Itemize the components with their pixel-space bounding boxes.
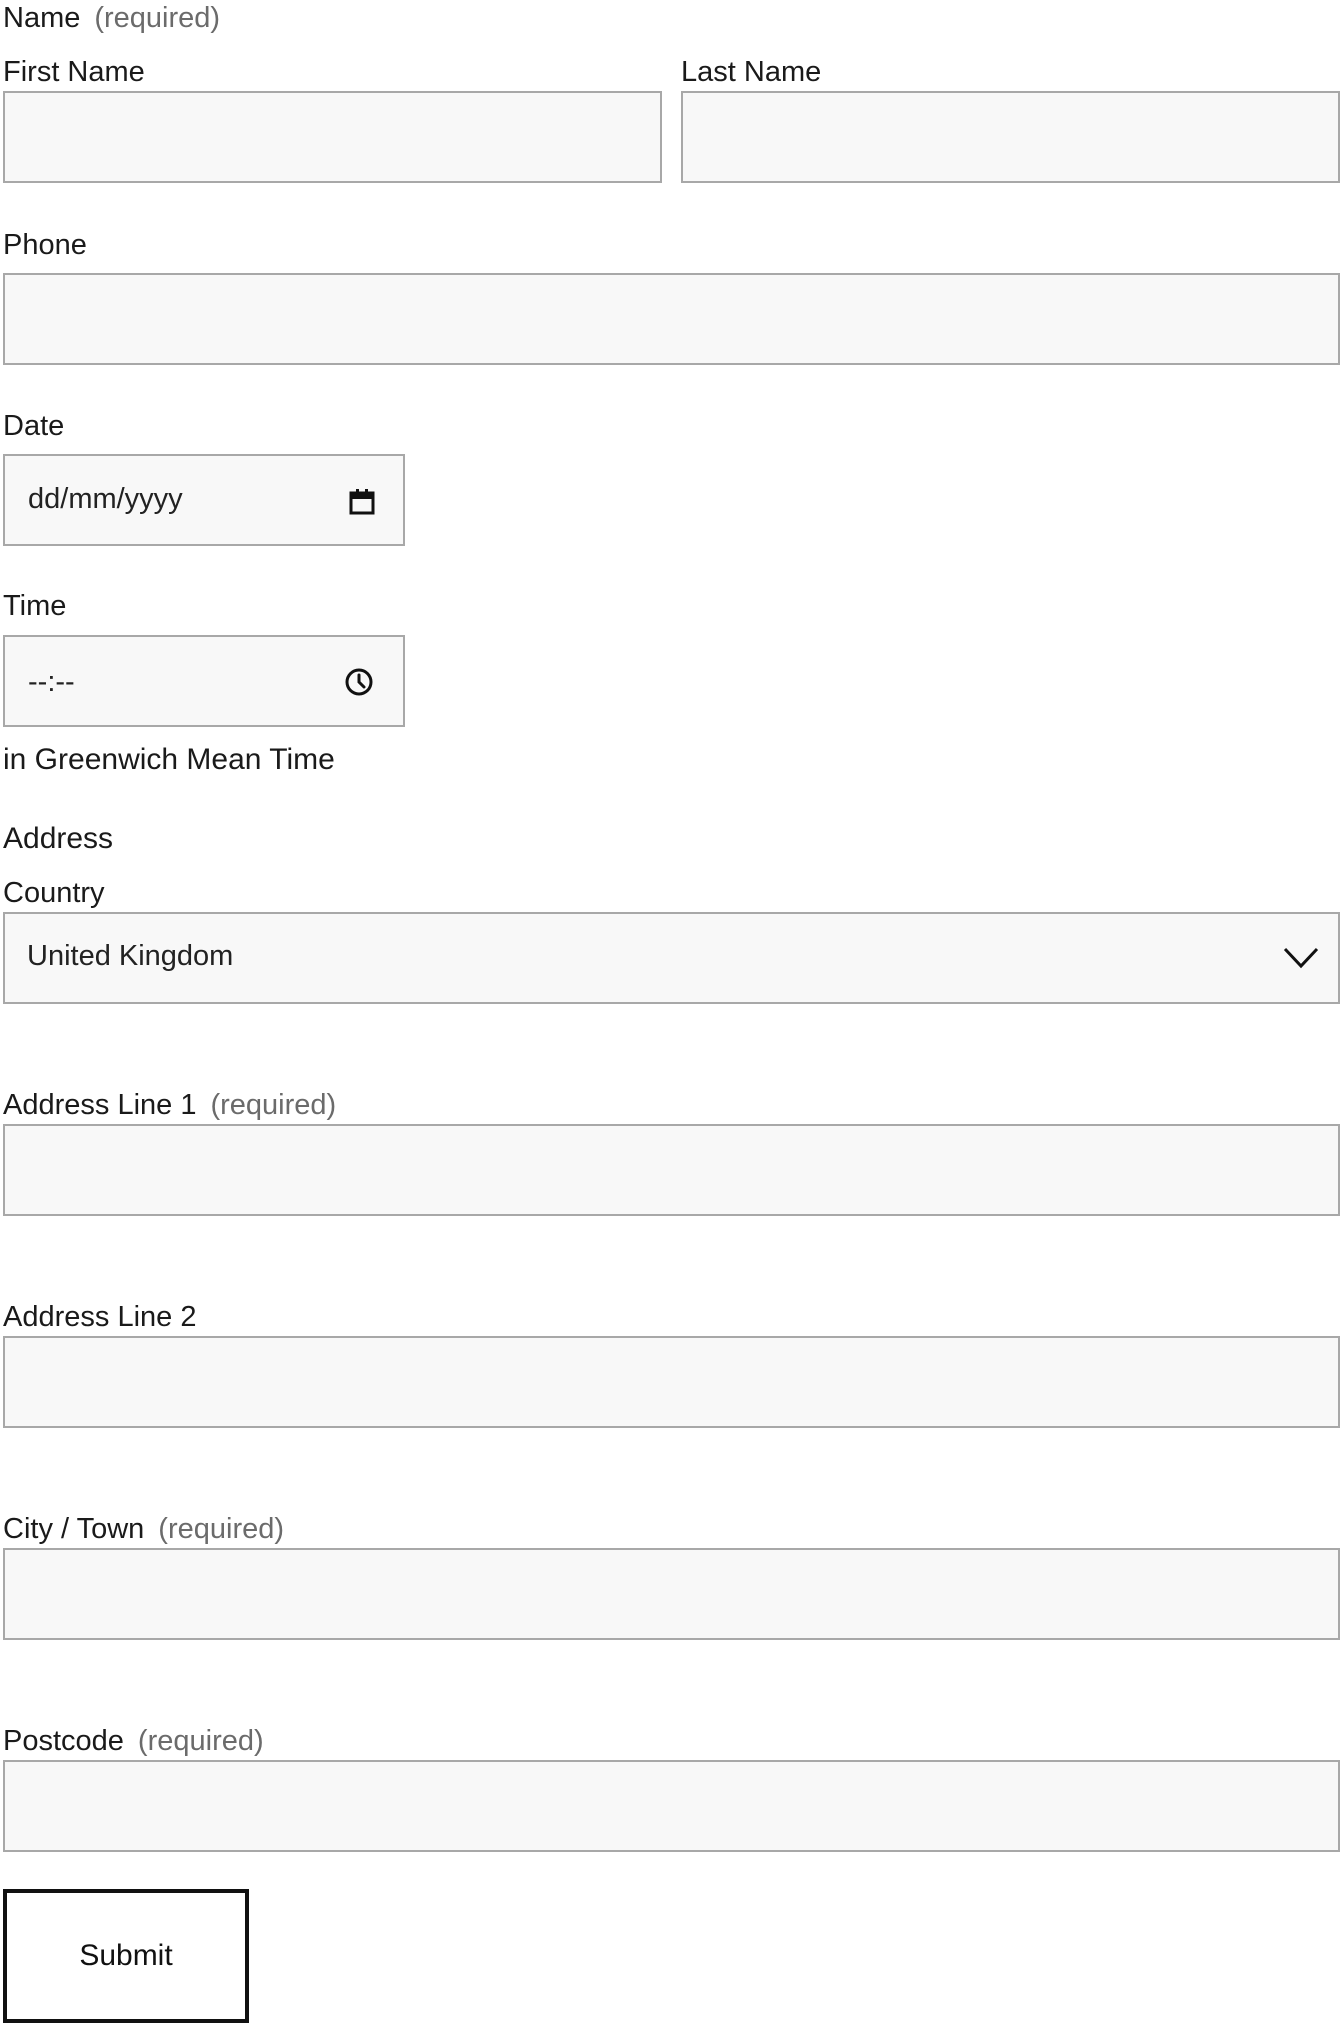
- phone-input[interactable]: [3, 273, 1340, 365]
- address-line2-input[interactable]: [3, 1336, 1340, 1428]
- postcode-input[interactable]: [3, 1760, 1340, 1852]
- address-heading: Address: [3, 822, 114, 855]
- country-label: Country: [3, 877, 105, 909]
- name-required-text: (required): [94, 2, 221, 34]
- date-input[interactable]: dd/mm/yyyy: [3, 454, 405, 546]
- time-label: Time: [3, 590, 67, 622]
- address-line1-required-text: (required): [210, 1089, 337, 1121]
- timezone-note: in Greenwich Mean Time: [3, 743, 335, 776]
- first-name-input[interactable]: [3, 91, 662, 183]
- calendar-icon[interactable]: [348, 488, 376, 516]
- address-line2-label: Address Line 2: [3, 1301, 197, 1333]
- chevron-down-icon: [1283, 946, 1319, 970]
- last-name-label: Last Name: [681, 56, 822, 88]
- postcode-label: Postcode (required): [3, 1723, 264, 1759]
- name-label-text: Name: [3, 2, 81, 34]
- city-input[interactable]: [3, 1548, 1340, 1640]
- time-input[interactable]: --:--: [3, 635, 405, 727]
- date-placeholder: dd/mm/yyyy: [28, 483, 183, 515]
- city-label-text: City / Town: [3, 1513, 145, 1545]
- city-label: City / Town (required): [3, 1511, 284, 1547]
- country-select[interactable]: United Kingdom: [3, 912, 1340, 1004]
- address-line1-label: Address Line 1 (required): [3, 1087, 336, 1123]
- submit-button[interactable]: Submit: [3, 1889, 249, 2023]
- date-label: Date: [3, 410, 65, 442]
- address-line1-label-text: Address Line 1: [3, 1089, 197, 1121]
- postcode-required-text: (required): [137, 1725, 264, 1757]
- name-label: Name (required): [3, 0, 220, 36]
- clock-icon[interactable]: [344, 667, 374, 697]
- phone-label: Phone: [3, 229, 87, 261]
- time-placeholder: --:--: [28, 666, 75, 698]
- postcode-label-text: Postcode: [3, 1725, 124, 1757]
- country-selected-value: United Kingdom: [27, 940, 234, 972]
- first-name-label: First Name: [3, 56, 145, 88]
- last-name-input[interactable]: [681, 91, 1340, 183]
- city-required-text: (required): [158, 1513, 285, 1545]
- address-line1-input[interactable]: [3, 1124, 1340, 1216]
